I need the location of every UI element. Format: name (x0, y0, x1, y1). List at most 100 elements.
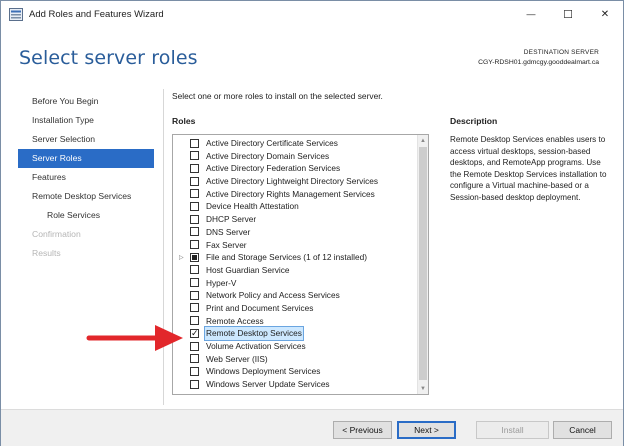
role-checkbox[interactable] (190, 214, 199, 224)
expand-arrow-icon[interactable]: ▷ (179, 254, 185, 261)
role-row[interactable]: Web Server (IIS) (173, 353, 417, 366)
role-checkbox[interactable] (190, 138, 199, 148)
checkmark-icon: ✓ (191, 327, 199, 338)
scroll-up-icon[interactable]: ▲ (418, 135, 428, 146)
nav-item-remote-desktop-services[interactable]: Remote Desktop Services (18, 187, 154, 206)
role-row[interactable]: Hyper-V (173, 277, 417, 290)
cancel-button[interactable]: Cancel (553, 421, 612, 439)
role-label: DNS Server (206, 226, 251, 237)
wizard-window: Add Roles and Features Wizard — ☐ ✕ Sele… (0, 0, 624, 446)
role-checkbox[interactable] (190, 201, 199, 211)
role-label: File and Storage Services (1 of 12 insta… (206, 252, 367, 263)
server-manager-icon (9, 8, 23, 21)
role-label: Volume Activation Services (206, 341, 306, 351)
role-checkbox[interactable] (190, 265, 199, 275)
role-row[interactable]: DHCP Server (173, 213, 417, 226)
role-checkbox[interactable] (190, 163, 199, 173)
role-row[interactable]: Active Directory Rights Management Servi… (173, 188, 417, 201)
role-row[interactable]: Windows Deployment Services (173, 365, 417, 378)
role-label: Network Policy and Access Services (206, 290, 340, 301)
destination-server-label: DESTINATION SERVER (523, 49, 599, 56)
role-checkbox[interactable] (190, 176, 199, 186)
role-checkbox[interactable] (190, 379, 199, 389)
role-checkbox[interactable] (190, 290, 199, 300)
role-label: DHCP Server (206, 214, 257, 225)
nav-item-before-you-begin[interactable]: Before You Begin (18, 92, 154, 111)
scroll-down-icon[interactable]: ▼ (418, 383, 428, 394)
role-row[interactable]: Active Directory Lightweight Directory S… (173, 175, 417, 188)
wizard-nav: Before You Begin Installation Type Serve… (18, 92, 154, 263)
role-checkbox[interactable] (190, 252, 199, 262)
role-label: Remote Desktop Services (204, 326, 304, 341)
role-row[interactable]: Volume Activation Services (173, 340, 417, 353)
role-label: Active Directory Rights Management Servi… (206, 188, 375, 199)
roles-list-box: Active Directory Certificate Services Act… (172, 134, 429, 395)
red-arrow-annotation (86, 325, 183, 351)
next-button[interactable]: Next > (397, 421, 456, 439)
previous-button[interactable]: < Previous (333, 421, 392, 439)
role-label: Device Health Attestation (206, 201, 299, 212)
role-checkbox[interactable] (190, 303, 199, 313)
role-row[interactable]: DNS Server (173, 226, 417, 239)
role-checkbox[interactable] (190, 240, 199, 249)
role-checkbox[interactable] (190, 354, 199, 364)
nav-item-server-roles[interactable]: Server Roles (18, 149, 154, 168)
role-label: Hyper-V (206, 277, 237, 288)
role-label: Print and Document Services (206, 302, 314, 313)
role-row[interactable]: ▷ File and Storage Services (1 of 12 inst… (173, 251, 417, 264)
role-checkbox[interactable] (190, 227, 199, 237)
close-icon: ✕ (600, 8, 610, 20)
page-title: Select server roles (19, 47, 198, 69)
role-row[interactable]: Remote Access (173, 315, 417, 328)
nav-item-installation-type[interactable]: Installation Type (18, 111, 154, 130)
role-row[interactable]: Windows Server Update Services (173, 378, 417, 391)
close-button[interactable]: ✕ (587, 1, 623, 27)
instruction-text: Select one or more roles to install on t… (172, 91, 383, 101)
description-heading: Description (450, 116, 498, 126)
role-row[interactable]: Active Directory Domain Services (173, 150, 417, 163)
nav-divider (163, 89, 164, 405)
nav-item-server-selection[interactable]: Server Selection (18, 130, 154, 149)
scroll-thumb[interactable] (419, 147, 427, 380)
arrow-head (155, 325, 183, 351)
role-checkbox[interactable]: ✓ (190, 327, 199, 338)
role-label: Active Directory Certificate Services (206, 138, 338, 148)
nav-item-results: Results (32, 248, 61, 258)
minimize-icon: — (526, 9, 536, 19)
install-button: Install (476, 421, 549, 439)
role-row[interactable]: Network Policy and Access Services (173, 289, 417, 302)
maximize-icon: ☐ (563, 8, 573, 21)
window-title: Add Roles and Features Wizard (29, 9, 164, 20)
role-row[interactable]: Active Directory Certificate Services (173, 137, 417, 150)
description-text: Remote Desktop Services enables users to… (450, 135, 607, 202)
role-row[interactable]: Active Directory Federation Services (173, 162, 417, 175)
role-row[interactable]: Host Guardian Service (173, 264, 417, 277)
roles-scrollbar[interactable]: ▲ ▼ (417, 135, 428, 394)
role-label: Active Directory Federation Services (206, 163, 341, 174)
role-label: Host Guardian Service (206, 264, 290, 275)
nav-item-role-services[interactable]: Role Services (18, 206, 154, 225)
role-label: Active Directory Domain Services (206, 150, 330, 161)
role-checkbox[interactable] (190, 366, 199, 376)
role-checkbox[interactable] (190, 278, 199, 288)
role-row[interactable]: ✓ Remote Desktop Services (173, 326, 417, 341)
wizard-footer: < Previous Next > Install Cancel (1, 409, 623, 446)
role-checkbox[interactable] (190, 189, 199, 199)
role-label: Fax Server (206, 239, 247, 250)
nav-item-confirmation: Confirmation (32, 229, 81, 239)
role-row[interactable]: Device Health Attestation (173, 200, 417, 213)
role-label: Windows Server Update Services (206, 379, 330, 390)
destination-server-name: CGY-RDSH01.gdmcgy.gooddealmart.ca (478, 59, 599, 66)
role-label: Remote Access (206, 315, 264, 326)
nav-item-features[interactable]: Features (18, 168, 154, 187)
role-label: Windows Deployment Services (206, 366, 321, 377)
title-bar: Add Roles and Features Wizard — ☐ ✕ (1, 1, 623, 29)
role-checkbox[interactable] (190, 316, 199, 326)
role-row[interactable]: Print and Document Services (173, 302, 417, 315)
role-row[interactable]: Fax Server (173, 239, 417, 252)
roles-heading: Roles (172, 116, 196, 126)
role-checkbox[interactable] (190, 151, 199, 161)
minimize-button[interactable]: — (513, 1, 549, 27)
maximize-button[interactable]: ☐ (550, 1, 586, 27)
role-checkbox[interactable] (190, 341, 199, 351)
